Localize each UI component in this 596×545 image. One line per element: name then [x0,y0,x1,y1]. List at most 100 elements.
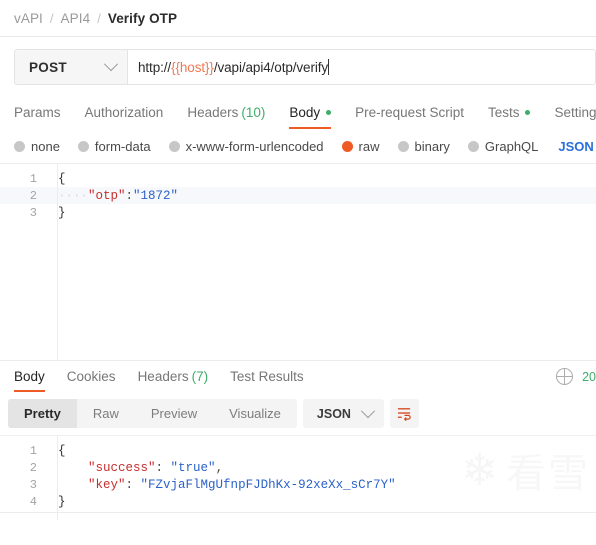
body-type-form-data[interactable]: form-data [77,138,151,154]
body-type-urlencoded-label: x-www-form-urlencoded [185,138,324,154]
response-tab-cookies-label: Cookies [66,369,116,384]
body-type-binary-label: binary [414,138,450,154]
breadcrumb: vAPI / API4 / Verify OTP [0,0,596,37]
body-type-selector: none form-data x-www-form-urlencoded raw… [0,129,596,163]
radio-icon [77,140,89,152]
bottom-divider [0,512,596,513]
code-key: "success" [88,460,156,475]
tab-headers[interactable]: Headers (10) [187,105,265,129]
request-url-input[interactable]: http://{{host}}/vapi/api4/otp/verify [127,49,596,85]
chevron-down-icon [360,403,376,418]
breadcrumb-item-request[interactable]: Verify OTP [108,11,177,26]
code-line: 4 ​ } [0,493,596,510]
wrap-lines-button[interactable] [389,399,419,428]
response-view-mode-group: Pretty Raw Preview Visualize [8,399,297,428]
view-mode-pretty-label: Pretty [24,406,61,421]
line-number: 1 [29,171,37,186]
code-value: "FZvjaFlMgUfnpFJDhKx-92xeXx_sCr7Y" [140,477,396,492]
code-punct: : [125,188,134,203]
response-format-dropdown[interactable]: JSON [302,399,384,428]
response-status-code: 20 [582,369,596,384]
body-type-graphql[interactable]: GraphQL [467,138,539,154]
breadcrumb-separator: / [49,10,54,26]
wrap-lines-icon [397,408,411,421]
view-mode-preview[interactable]: Preview [135,399,213,428]
code-key: "key" [88,477,126,492]
tab-params-label: Params [14,105,61,120]
radio-icon [467,140,479,152]
line-number: 2 [29,460,37,475]
tab-headers-count: (10) [241,105,266,120]
response-tab-body-label: Body [14,369,45,384]
tab-pre-request-script-label: Pre-request Script [355,105,464,120]
code-value: "1872" [133,188,179,203]
breadcrumb-separator: / [97,10,101,26]
request-url-row: POST http://{{host}}/vapi/api4/otp/verif… [0,37,596,96]
http-method-label: POST [29,59,67,75]
http-method-dropdown[interactable]: POST [14,49,127,85]
response-format-label: JSON [316,406,351,421]
response-status-area: 20 [555,367,596,386]
view-mode-preview-label: Preview [150,406,198,421]
tab-params[interactable]: Params [14,105,61,129]
view-mode-pretty[interactable]: Pretty [8,399,77,428]
breadcrumb-item-folder[interactable]: API4 [61,11,91,26]
raw-format-dropdown[interactable]: JSON [558,139,596,154]
body-type-urlencoded[interactable]: x-www-form-urlencoded [168,138,324,154]
view-mode-raw[interactable]: Raw [77,399,135,428]
view-mode-visualize-label: Visualize [229,406,281,421]
tab-pre-request-script[interactable]: Pre-request Script [355,105,464,129]
view-mode-raw-label: Raw [92,406,119,421]
editor-gutter-divider [57,436,58,520]
response-tab-headers[interactable]: Headers (7) [138,369,209,392]
body-type-raw-label: raw [358,138,380,154]
code-punct: : [125,477,141,492]
response-tab-test-results-label: Test Results [230,369,304,384]
breadcrumb-item-collection[interactable]: vAPI [14,11,43,26]
radio-icon [397,140,409,152]
tab-tests[interactable]: Tests [488,105,531,129]
code-key: "otp" [88,188,126,203]
radio-checked-icon [341,140,353,152]
url-suffix: /vapi/api4/otp/verify [213,60,329,75]
body-type-graphql-label: GraphQL [484,138,539,154]
body-type-none-label: none [31,138,60,154]
editor-gutter-divider [57,164,58,360]
url-variable: {{host}} [171,60,214,75]
body-type-none[interactable]: none [14,139,60,154]
response-tab-body[interactable]: Body [14,369,45,392]
url-prefix: http:// [138,60,172,75]
code-trailing: , [215,460,224,475]
code-text: { [58,443,66,458]
code-line: 1 ​ { [0,170,596,187]
tab-authorization[interactable]: Authorization [85,105,164,129]
code-text: } [58,205,66,220]
globe-icon [555,367,574,386]
code-line: 2 ​ ····"otp":"1872" [0,187,596,204]
request-tab-bar: Params Authorization Headers (10) Body P… [0,96,596,129]
body-type-raw[interactable]: raw [341,138,380,154]
radio-icon [14,140,25,152]
tab-settings-label: Settings [554,105,596,120]
tab-body-label: Body [289,105,321,120]
response-view-toolbar: Pretty Raw Preview Visualize JSON [0,392,596,435]
tab-settings[interactable]: Settings [554,105,596,129]
tab-tests-label: Tests [487,105,520,120]
line-number: 4 [29,494,37,509]
response-tab-cookies[interactable]: Cookies [67,369,116,392]
tab-body[interactable]: Body [289,105,332,129]
code-line: 3 ​ "key": "FZvjaFlMgUfnpFJDhKx-92xeXx_s… [0,476,596,493]
view-mode-visualize[interactable]: Visualize [213,399,297,428]
body-type-binary[interactable]: binary [397,138,450,154]
code-line: 1 ​ { [0,442,596,459]
request-body-editor[interactable]: 1 ​ { 2 ​ ····"otp":"1872" 3 ​ } [0,163,596,361]
tab-tests-indicator-dot [525,110,531,115]
response-tab-test-results[interactable]: Test Results [230,369,304,392]
code-text: { [58,171,66,186]
response-body-viewer[interactable]: 1 ​ { 2 ​ "success": "true", 3 ​ "key": … [0,435,596,520]
code-punct: : [155,460,171,475]
raw-format-label: JSON [558,138,594,154]
body-type-form-data-label: form-data [94,138,151,154]
